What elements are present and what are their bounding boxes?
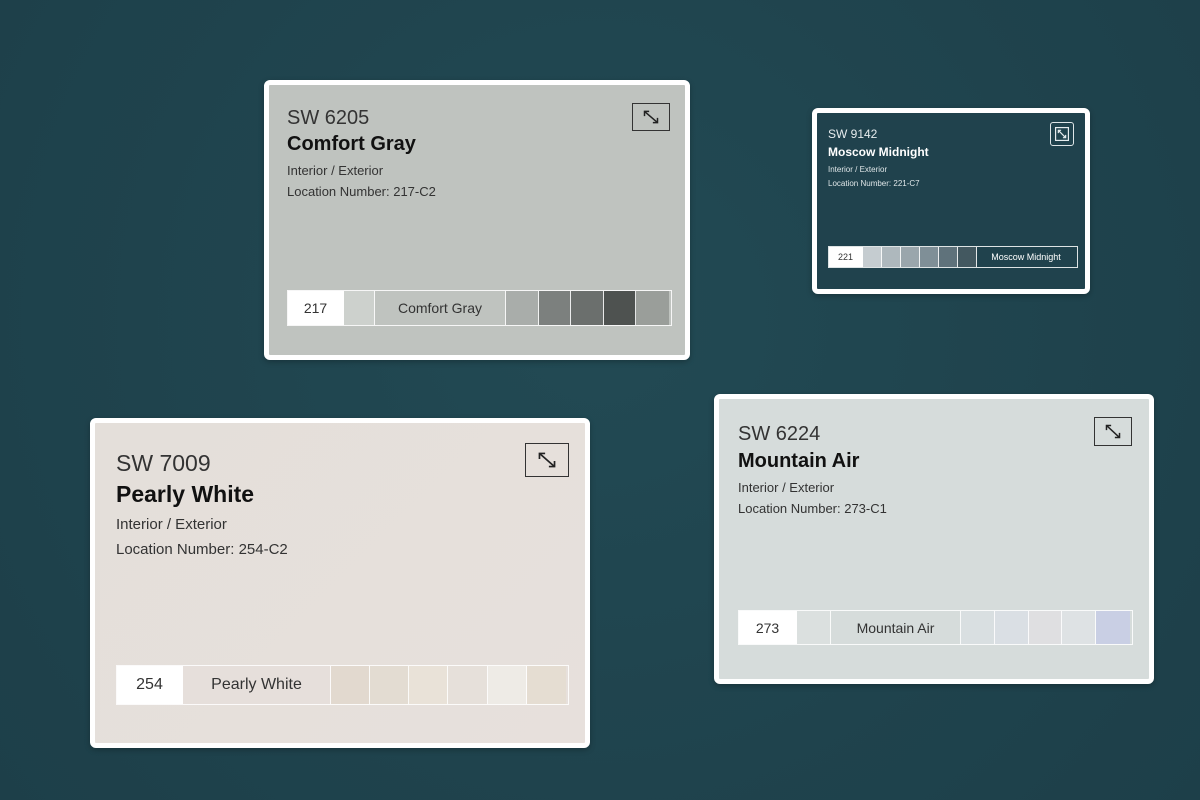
color-swatch[interactable] [961,611,995,644]
color-availability: Interior / Exterior [738,480,835,495]
color-card-mountain-air[interactable]: SW 6224 Mountain Air Interior / Exterior… [714,394,1154,684]
color-strip: 254 Pearly White [116,665,569,705]
color-swatch[interactable] [331,666,371,704]
color-code: SW 6224 [738,423,821,445]
strip-color-label: Comfort Gray [375,291,506,325]
color-availability: Interior / Exterior [828,165,888,174]
color-swatch[interactable] [1096,611,1130,644]
location-number: Location Number: 221-C7 [828,179,920,188]
color-availability: Interior / Exterior [116,516,227,533]
canvas: SW 6205 Comfort Gray Interior / Exterior… [0,0,1200,800]
expand-icon[interactable] [1094,417,1132,446]
color-swatch[interactable] [863,247,882,267]
color-name: Moscow Midnight [828,145,929,159]
color-code: SW 6205 [287,107,370,129]
color-swatch[interactable] [994,611,1029,644]
color-swatch[interactable] [1062,611,1097,644]
color-name: Mountain Air [738,450,860,472]
color-swatch[interactable] [370,666,410,704]
color-swatch[interactable] [797,611,831,644]
location-number: Location Number: 273-C1 [738,501,887,516]
color-swatch[interactable] [901,247,920,267]
strip-number: 217 [288,291,344,325]
color-swatch[interactable] [636,291,669,325]
color-strip: 273 Mountain Air [738,610,1133,645]
color-card-pearly-white[interactable]: SW 7009 Pearly White Interior / Exterior… [90,418,590,748]
strip-number: 254 [117,666,183,704]
expand-icon[interactable] [525,443,569,477]
color-swatch[interactable] [506,291,539,325]
color-swatch[interactable] [344,291,375,325]
strip-number: 273 [739,611,797,644]
strip-color-label: Moscow Midnight [977,247,1075,267]
color-strip: 221 Moscow Midnight [828,246,1078,268]
color-code: SW 9142 [828,127,878,141]
expand-icon[interactable] [1050,122,1074,146]
color-swatch[interactable] [939,247,958,267]
location-number: Location Number: 217-C2 [287,184,436,199]
strip-color-label: Mountain Air [831,611,961,644]
color-swatch[interactable] [409,666,449,704]
color-swatch[interactable] [920,247,939,267]
color-swatch[interactable] [538,291,572,325]
color-card-comfort-gray[interactable]: SW 6205 Comfort Gray Interior / Exterior… [264,80,690,360]
color-name: Pearly White [116,481,255,507]
color-swatch[interactable] [882,247,901,267]
location-number: Location Number: 254-C2 [116,541,288,558]
color-swatch[interactable] [487,666,527,704]
color-card-moscow-midnight[interactable]: SW 9142 Moscow Midnight Interior / Exter… [812,108,1090,294]
color-swatch[interactable] [958,247,977,267]
color-name: Comfort Gray [287,133,416,155]
color-strip: 217 Comfort Gray [287,290,672,326]
color-swatch[interactable] [603,291,637,325]
color-swatch[interactable] [1028,611,1063,644]
color-swatch[interactable] [571,291,604,325]
expand-icon[interactable] [632,103,670,131]
color-swatch[interactable] [448,666,488,704]
color-availability: Interior / Exterior [287,163,384,178]
strip-color-label: Pearly White [183,666,331,704]
strip-number: 221 [829,247,863,267]
color-swatch[interactable] [526,666,566,704]
color-code: SW 7009 [116,450,211,476]
